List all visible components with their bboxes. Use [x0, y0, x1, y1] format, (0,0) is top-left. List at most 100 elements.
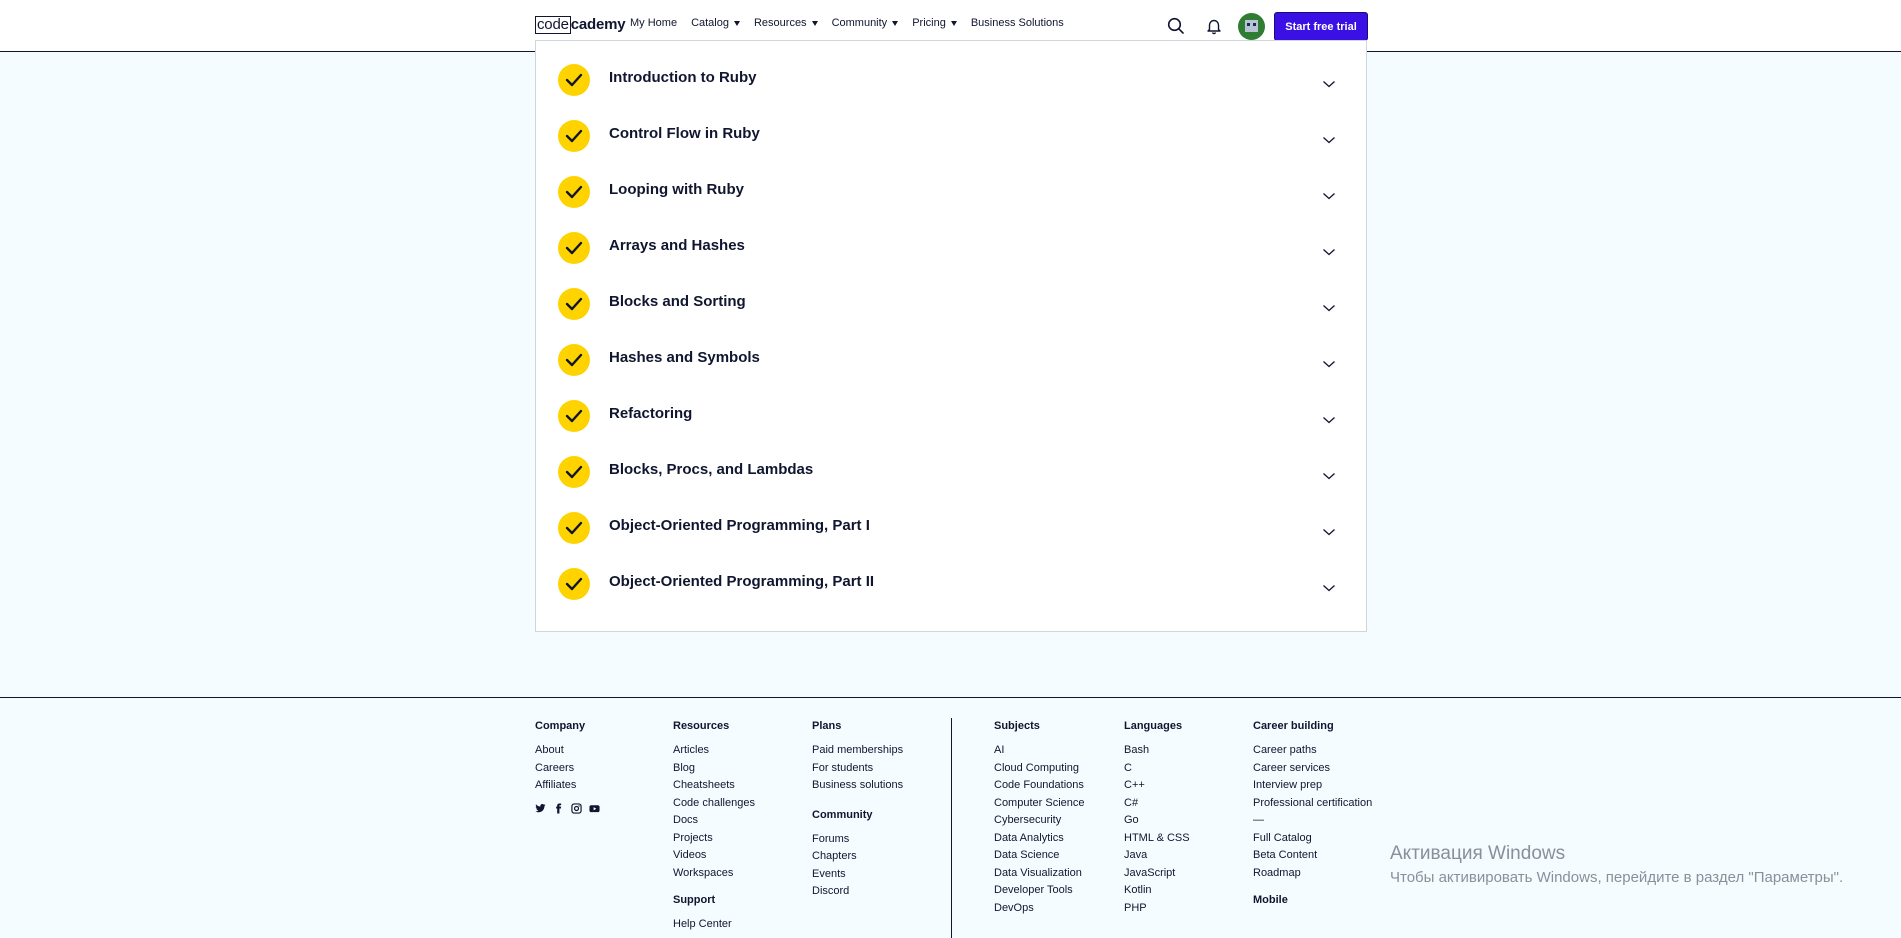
syllabus-module-row[interactable]: Introduction to Ruby [536, 52, 1366, 108]
footer-link[interactable]: — [1253, 812, 1372, 830]
chevron-down-icon[interactable] [1322, 412, 1336, 424]
footer-link[interactable]: Data Analytics [994, 830, 1085, 848]
footer-link[interactable]: Articles [673, 742, 755, 760]
facebook-icon[interactable] [553, 802, 564, 814]
chevron-down-icon[interactable] [1322, 468, 1336, 480]
footer-link[interactable]: Code challenges [673, 795, 755, 813]
nav-catalog[interactable]: Catalog [691, 17, 740, 29]
footer-divider [951, 718, 952, 938]
syllabus-module-row[interactable]: Control Flow in Ruby [536, 108, 1366, 164]
syllabus-module-row[interactable]: Object-Oriented Programming, Part I [536, 500, 1366, 556]
chevron-down-icon[interactable] [1322, 524, 1336, 536]
footer-link[interactable]: Professional certification [1253, 795, 1372, 813]
footer-link-careers[interactable]: Careers [535, 760, 600, 778]
footer-link[interactable]: Developer Tools [994, 882, 1085, 900]
chevron-down-icon[interactable] [1322, 132, 1336, 144]
footer-link-chapters[interactable]: Chapters [812, 848, 903, 866]
footer-link[interactable]: Java [1124, 847, 1190, 865]
footer-link[interactable]: Bash [1124, 742, 1190, 760]
footer-link[interactable]: Career paths [1253, 742, 1372, 760]
footer-link-events[interactable]: Events [812, 866, 903, 884]
module-title: Looping with Ruby [609, 181, 744, 198]
footer-link-business-solutions[interactable]: Business solutions [812, 777, 903, 795]
nav-my-home[interactable]: My Home [630, 17, 677, 29]
footer-link[interactable]: AI [994, 742, 1085, 760]
module-title: Blocks, Procs, and Lambdas [609, 461, 814, 478]
completed-check-icon [558, 456, 590, 488]
footer-link[interactable]: Data Science [994, 847, 1085, 865]
main-nav: My Home Catalog Resources Community Pric… [630, 17, 1078, 29]
footer-link[interactable]: Cloud Computing [994, 760, 1085, 778]
youtube-icon[interactable] [589, 803, 600, 814]
nav-community[interactable]: Community [832, 17, 899, 29]
footer-link[interactable]: Docs [673, 812, 755, 830]
footer-link-forums[interactable]: Forums [812, 831, 903, 849]
bell-icon[interactable] [1204, 16, 1224, 36]
avatar-face [1245, 20, 1258, 32]
footer-heading: Plans [812, 720, 842, 732]
syllabus-module-row[interactable]: Blocks, Procs, and Lambdas [536, 444, 1366, 500]
module-title: Arrays and Hashes [609, 237, 745, 254]
footer-heading: Languages [1124, 720, 1183, 732]
footer-link-discord[interactable]: Discord [812, 883, 903, 901]
footer-link[interactable]: DevOps [994, 900, 1085, 918]
completed-check-icon [558, 344, 590, 376]
syllabus-module-row[interactable]: Hashes and Symbols [536, 332, 1366, 388]
chevron-down-icon[interactable] [1322, 356, 1336, 368]
instagram-icon[interactable] [571, 802, 582, 814]
footer-link[interactable]: Code Foundations [994, 777, 1085, 795]
footer-link[interactable]: Computer Science [994, 795, 1085, 813]
footer-link[interactable]: Projects [673, 830, 755, 848]
syllabus-module-row[interactable]: Blocks and Sorting [536, 276, 1366, 332]
completed-check-icon [558, 288, 590, 320]
footer-link-paid-memberships[interactable]: Paid memberships [812, 742, 903, 760]
footer-link[interactable]: C++ [1124, 777, 1190, 795]
syllabus-module-row[interactable]: Object-Oriented Programming, Part II [536, 556, 1366, 612]
footer-link[interactable]: Career services [1253, 760, 1372, 778]
start-free-trial-button[interactable]: Start free trial [1275, 13, 1367, 40]
footer-link[interactable]: Interview prep [1253, 777, 1372, 795]
module-title: Object-Oriented Programming, Part II [609, 573, 875, 590]
chevron-down-icon[interactable] [1322, 244, 1336, 256]
footer-link[interactable]: C [1124, 760, 1190, 778]
nav-business-solutions[interactable]: Business Solutions [971, 17, 1064, 29]
footer-link[interactable]: Roadmap [1253, 865, 1372, 883]
footer-link[interactable]: Kotlin [1124, 882, 1190, 900]
footer-link[interactable]: Data Visualization [994, 865, 1085, 883]
codecademy-logo[interactable]: code cademy [535, 15, 626, 35]
search-icon[interactable] [1166, 16, 1186, 36]
footer-link-affiliates[interactable]: Affiliates [535, 777, 600, 795]
footer-link[interactable]: HTML & CSS [1124, 830, 1190, 848]
footer-link[interactable]: JavaScript [1124, 865, 1190, 883]
nav-pricing[interactable]: Pricing [912, 17, 957, 29]
chevron-down-icon[interactable] [1322, 188, 1336, 200]
footer-link[interactable]: Cybersecurity [994, 812, 1085, 830]
watermark-title: Активация Windows [1390, 843, 1566, 864]
caret-down-icon [950, 20, 957, 26]
nav-resources[interactable]: Resources [754, 17, 818, 29]
footer-heading: Support [673, 894, 716, 906]
chevron-down-icon[interactable] [1322, 76, 1336, 88]
chevron-down-icon[interactable] [1322, 300, 1336, 312]
twitter-icon[interactable] [535, 803, 546, 814]
syllabus-module-row[interactable]: Looping with Ruby [536, 164, 1366, 220]
syllabus-module-row[interactable]: Arrays and Hashes [536, 220, 1366, 276]
footer-link[interactable]: Workspaces [673, 865, 755, 883]
chevron-down-icon[interactable] [1322, 580, 1336, 592]
footer-link-help-center[interactable]: Help Center [673, 916, 755, 934]
completed-check-icon [558, 400, 590, 432]
footer-link[interactable]: Beta Content [1253, 847, 1372, 865]
footer-link[interactable]: Videos [673, 847, 755, 865]
syllabus-module-row[interactable]: Refactoring [536, 388, 1366, 444]
footer-link-for-students[interactable]: For students [812, 760, 903, 778]
module-title: Blocks and Sorting [609, 293, 746, 310]
footer-link[interactable]: Full Catalog [1253, 830, 1372, 848]
avatar[interactable] [1238, 13, 1265, 40]
footer-link[interactable]: Blog [673, 760, 755, 778]
caret-down-icon [811, 20, 818, 26]
footer-link[interactable]: PHP [1124, 900, 1190, 918]
footer-link[interactable]: C# [1124, 795, 1190, 813]
footer-link[interactable]: Go [1124, 812, 1190, 830]
footer-link-about[interactable]: About [535, 742, 600, 760]
footer-link[interactable]: Cheatsheets [673, 777, 755, 795]
